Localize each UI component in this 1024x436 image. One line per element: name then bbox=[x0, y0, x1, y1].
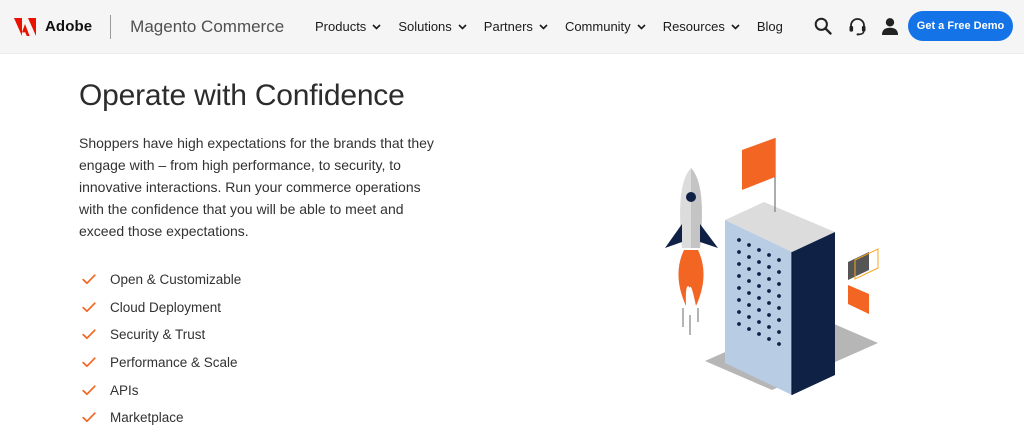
brand-area: Adobe Magento Commerce bbox=[14, 0, 284, 53]
chevron-down-icon bbox=[637, 23, 646, 30]
cube-dark bbox=[848, 252, 869, 280]
list-item: Performance & Scale bbox=[79, 349, 241, 377]
search-button[interactable] bbox=[813, 16, 833, 36]
rocket-icon bbox=[665, 168, 718, 335]
nav-label: Resources bbox=[662, 19, 725, 34]
chevron-down-icon bbox=[458, 23, 467, 30]
get-free-demo-button[interactable]: Get a Free Demo bbox=[908, 11, 1013, 41]
list-item: APIs bbox=[79, 376, 241, 404]
account-button[interactable] bbox=[880, 16, 900, 36]
checkmark-icon bbox=[82, 302, 96, 312]
chevron-down-icon bbox=[731, 23, 740, 30]
nav-item-resources[interactable]: Resources bbox=[663, 19, 740, 34]
flag-icon bbox=[742, 138, 775, 190]
brand-divider bbox=[110, 14, 112, 39]
list-item: Marketplace bbox=[79, 404, 241, 432]
nav-label: Community bbox=[564, 19, 631, 34]
feature-list: Open & Customizable Cloud Deployment Sec… bbox=[79, 266, 241, 432]
support-button[interactable] bbox=[847, 16, 867, 36]
feature-label: APIs bbox=[110, 382, 139, 398]
nav-label: Solutions bbox=[398, 19, 452, 34]
main-nav: Products Solutions Partners Community Re… bbox=[315, 0, 783, 53]
adobe-logo-link[interactable]: Adobe bbox=[14, 17, 93, 36]
checkmark-icon bbox=[82, 357, 96, 368]
top-navigation-bar: Adobe Magento Commerce Products Solution… bbox=[0, 0, 1024, 54]
list-item: Open & Customizable bbox=[79, 266, 241, 294]
nav-label: Products bbox=[315, 19, 367, 34]
feature-label: Open & Customizable bbox=[110, 272, 242, 288]
page-title: Operate with Confidence bbox=[79, 79, 405, 112]
nav-item-community[interactable]: Community bbox=[565, 19, 646, 34]
feature-label: Marketplace bbox=[110, 410, 184, 426]
checkmark-icon bbox=[82, 274, 96, 285]
nav-item-products[interactable]: Products bbox=[315, 19, 381, 34]
user-icon bbox=[882, 18, 898, 35]
nav-label: Partners bbox=[483, 19, 533, 34]
checkmark-icon bbox=[82, 329, 96, 340]
chevron-down-icon bbox=[372, 23, 381, 30]
nav-label: Blog bbox=[756, 19, 783, 34]
intro-paragraph: Shoppers have high expectations for the … bbox=[79, 135, 434, 239]
search-icon bbox=[814, 17, 832, 35]
building-side-face bbox=[792, 232, 835, 395]
chevron-down-icon bbox=[539, 23, 548, 30]
rocket-building-illustration bbox=[665, 138, 879, 395]
checkmark-icon bbox=[82, 412, 96, 423]
checkmark-icon bbox=[82, 385, 96, 395]
feature-label: Performance & Scale bbox=[110, 355, 238, 371]
nav-item-partners[interactable]: Partners bbox=[484, 19, 548, 34]
list-item: Cloud Deployment bbox=[79, 294, 241, 322]
list-item: Security & Trust bbox=[79, 321, 241, 349]
adobe-logo-icon bbox=[14, 17, 36, 36]
feature-label: Security & Trust bbox=[110, 327, 206, 343]
headset-icon bbox=[849, 17, 865, 35]
product-name-link[interactable]: Magento Commerce bbox=[130, 17, 284, 37]
feature-label: Cloud Deployment bbox=[110, 299, 222, 315]
nav-item-blog[interactable]: Blog bbox=[757, 19, 783, 34]
cube-orange bbox=[848, 285, 869, 314]
nav-item-solutions[interactable]: Solutions bbox=[398, 19, 467, 34]
brand-wordmark: Adobe bbox=[45, 18, 93, 35]
